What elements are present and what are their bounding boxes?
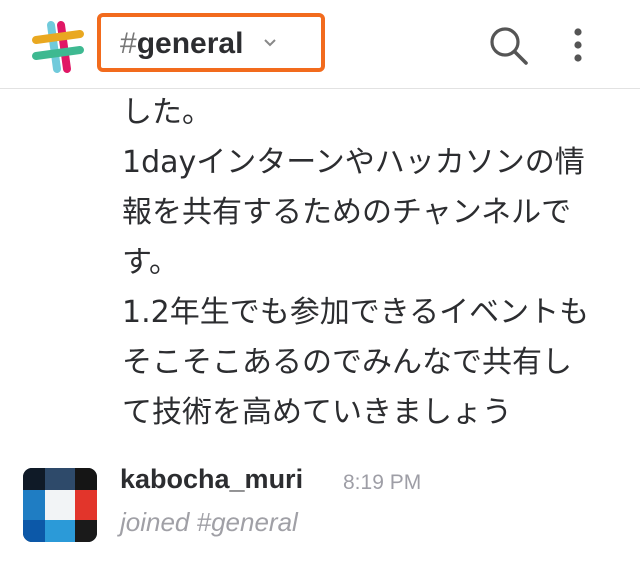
channel-header: #general (0, 0, 640, 89)
message-line: 1dayインターンやハッカソンの情 (122, 145, 585, 180)
message-timestamp: 8:19 PM (343, 471, 422, 494)
message-line: した。 (122, 95, 212, 130)
search-icon[interactable] (487, 24, 531, 68)
author-name[interactable]: kabocha_muri (120, 464, 303, 495)
message-line: そこそこあるのでみんなで共有し (122, 345, 572, 380)
join-text: joined #general (120, 507, 298, 537)
channel-title[interactable]: #general (120, 24, 243, 64)
avatar[interactable] (23, 468, 97, 542)
message-body: した。 1dayインターンやハッカソンの情 報を共有するためのチャンネルで す。… (122, 88, 622, 438)
message-line: て技術を高めていきましょう (122, 395, 512, 430)
slack-logo[interactable] (30, 19, 86, 75)
chevron-down-icon[interactable] (263, 36, 277, 50)
message-line: 報を共有するためのチャンネルで (122, 195, 572, 230)
channel-hash: # (120, 27, 137, 60)
channel-name: general (136, 27, 244, 60)
join-message: kabocha_muri 8:19 PM joined #general (0, 455, 640, 555)
more-vertical-icon[interactable] (564, 24, 592, 68)
message-line: す。 (122, 245, 179, 280)
message-line: 1.2年生でも参加できるイベントも (122, 295, 590, 330)
